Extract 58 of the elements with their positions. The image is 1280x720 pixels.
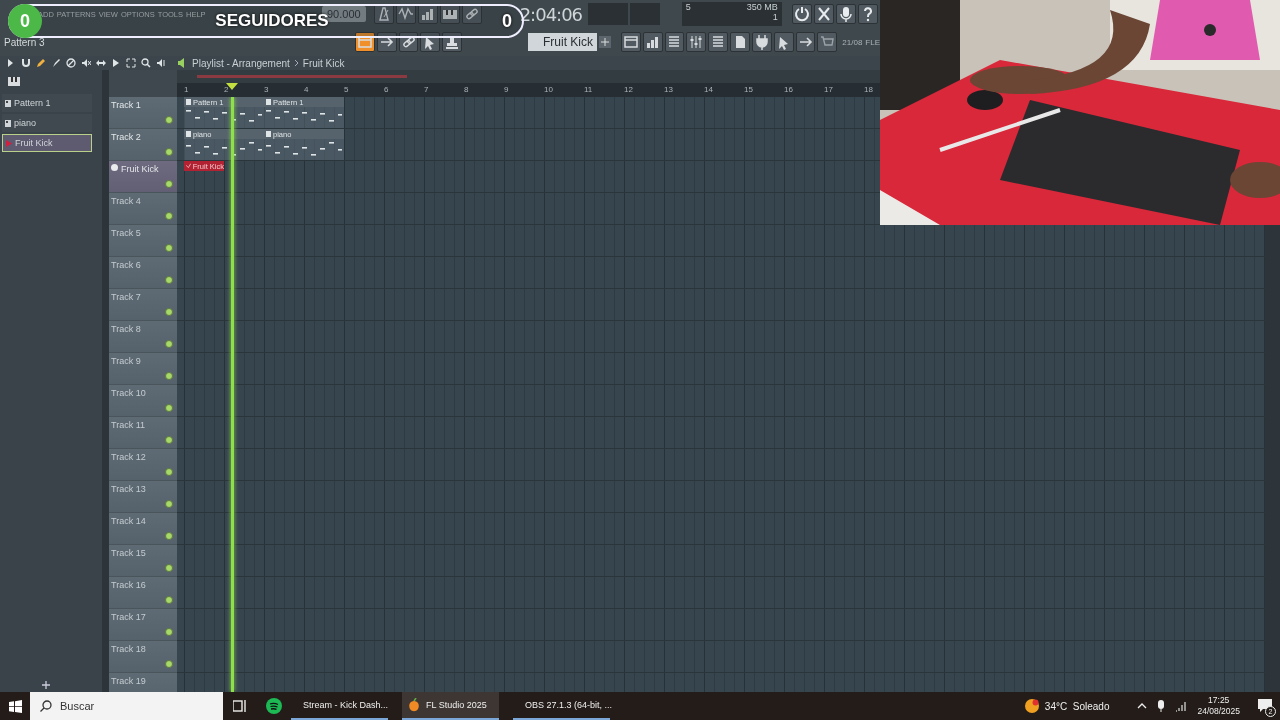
ruler-number: 7 [424,85,429,94]
ruler-number: 12 [624,85,633,94]
track-header[interactable]: Track 17 [109,609,177,641]
ruler-number: 14 [704,85,713,94]
ruler-number: 18 [864,85,873,94]
pattern-item[interactable]: Fruit Kick [2,134,92,152]
ruler-number: 2 [224,85,229,94]
track-header[interactable]: Fruit Kick [109,161,177,193]
ruler-number: 8 [464,85,469,94]
ruler-number: 9 [504,85,509,94]
weather-text[interactable]: 34°C Soleado [1044,700,1110,712]
track-header[interactable]: Track 8 [109,321,177,353]
ruler-number: 15 [744,85,753,94]
track-header[interactable]: Track 5 [109,225,177,257]
track-header[interactable]: Track 9 [109,353,177,385]
pattern-label: Pattern 3 [3,36,46,48]
news-text[interactable]: 21/08 [842,37,863,47]
track-header[interactable]: Track 1 [109,97,177,129]
track-header[interactable]: Track 4 [109,193,177,225]
track-header[interactable]: Track 16 [109,577,177,609]
taskbar-app[interactable]: FL Studio 2025 [402,692,499,720]
memory-usage: 350 MB [746,2,778,12]
taskbar-app[interactable]: Stream - Kick Dash... [291,692,388,720]
track-header[interactable]: Track 13 [109,481,177,513]
pattern-item[interactable]: piano [2,114,92,132]
track-header[interactable]: Track 10 [109,385,177,417]
clock-date[interactable]: 24/08/2025 [1197,706,1240,717]
track-header[interactable]: Track 12 [109,449,177,481]
ruler-number: 10 [544,85,553,94]
track-header[interactable]: Track 6 [109,257,177,289]
breadcrumb-item[interactable]: Fruit Kick [302,57,345,69]
ruler-number: 11 [584,85,593,94]
clock-time[interactable]: 17:25 [1208,695,1230,706]
ruler-number: 17 [824,85,833,94]
ruler-number: 16 [784,85,793,94]
track-header[interactable]: Track 7 [109,289,177,321]
pattern-selector[interactable]: Fruit Kick [527,33,598,51]
ruler-number: 5 [344,85,349,94]
track-header[interactable]: Track 15 [109,545,177,577]
news-text[interactable]: FLE [865,37,880,47]
cpu-value: 5 [685,2,691,12]
pattern-item[interactable]: Pattern 1 [2,94,92,112]
ruler-number: 13 [664,85,673,94]
breadcrumb-item[interactable]: Playlist - Arrangement [192,57,290,69]
search-field[interactable]: Buscar [30,692,223,720]
track-header[interactable]: Track 2 [109,129,177,161]
ruler-number: 3 [264,85,269,94]
polyphony-value: 1 [771,12,778,22]
ruler-number: 4 [304,85,309,94]
ruler-number: 6 [384,85,389,94]
follower-count: 0 [502,10,512,32]
track-header[interactable]: Track 19 [109,673,177,692]
track-header[interactable]: Track 18 [109,641,177,673]
ruler-number: 1 [184,85,189,94]
track-header[interactable]: Track 11 [109,417,177,449]
track-header[interactable]: Track 14 [109,513,177,545]
song-time: 2:04:06 [519,3,584,25]
taskbar-app[interactable]: OBS 27.1.3 (64-bit, ... [513,692,610,720]
